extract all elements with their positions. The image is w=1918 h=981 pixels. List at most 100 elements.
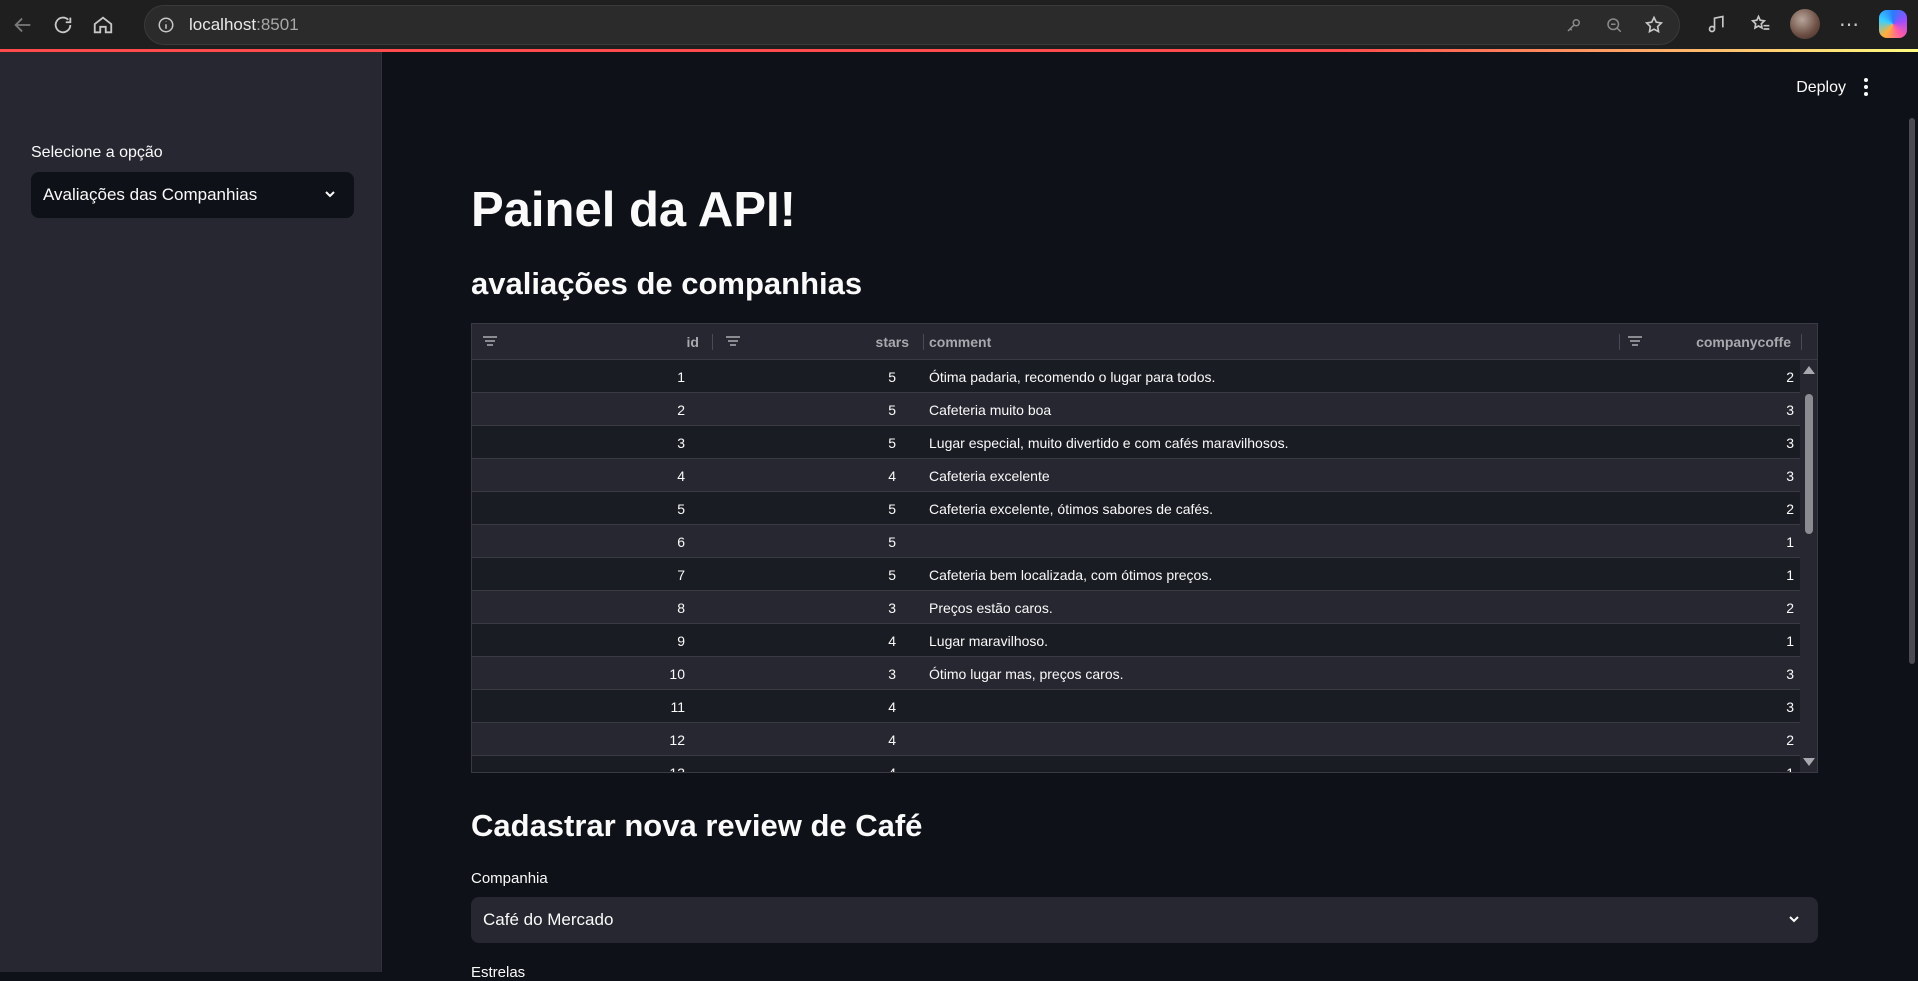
reviews-table[interactable]: id stars comment companycoffe 1 5 Ótima pa… (471, 323, 1818, 773)
table-row[interactable]: 10 3 Ótimo lugar mas, preços caros. 3 (472, 657, 1802, 690)
table-row[interactable]: 13 4 1 (472, 756, 1802, 773)
table-row[interactable]: 6 5 1 (472, 525, 1802, 558)
cell-id: 9 (677, 633, 685, 649)
cell-id: 10 (669, 666, 685, 682)
table-row[interactable]: 1 5 Ótima padaria, recomendo o lugar para … (472, 360, 1802, 393)
address-bar[interactable]: localhost:8501 (144, 5, 1680, 45)
column-header-companycoffe[interactable]: companycoffe (1696, 324, 1791, 360)
chevron-down-icon (325, 191, 335, 198)
star-icon[interactable] (1643, 14, 1665, 36)
table-row[interactable]: 12 4 2 (472, 723, 1802, 756)
zoom-out-icon[interactable] (1603, 14, 1625, 36)
reload-icon[interactable] (46, 8, 80, 42)
cell-companycoffe: 3 (1786, 666, 1794, 682)
cell-stars: 5 (888, 435, 896, 451)
cell-stars: 5 (888, 402, 896, 418)
column-header-id[interactable]: id (687, 324, 699, 360)
key-icon[interactable] (1563, 14, 1585, 36)
cell-stars: 4 (888, 699, 896, 715)
site-info-icon[interactable] (155, 14, 177, 36)
cell-companycoffe: 1 (1786, 765, 1794, 773)
table-header: id stars comment companycoffe (472, 324, 1817, 360)
cell-id: 11 (670, 699, 685, 715)
sidebar-select-label: Selecione a opção (31, 144, 163, 161)
scroll-up-icon[interactable] (1803, 366, 1815, 374)
cell-id: 3 (677, 435, 685, 451)
cell-id: 1 (677, 369, 685, 385)
browser-toolbar: localhost:8501 ⋯ (0, 0, 1918, 49)
form-title: Cadastrar nova review de Café (471, 808, 923, 843)
scrollbar-thumb[interactable] (1805, 394, 1813, 534)
filter-icon[interactable] (725, 336, 741, 348)
company-select[interactable]: Café do Mercado (471, 897, 1818, 943)
cell-id: 2 (677, 402, 685, 418)
table-scrollbar[interactable] (1800, 360, 1817, 772)
chevron-down-icon (1789, 916, 1799, 923)
url-text: localhost:8501 (189, 15, 299, 35)
sidebar-option-select[interactable]: Avaliações das Companhias (31, 172, 354, 218)
table-row[interactable]: 5 5 Cafeteria excelente, ótimos sabores de… (472, 492, 1802, 525)
cell-companycoffe: 2 (1786, 501, 1794, 517)
cell-comment: Cafeteria muito boa (929, 402, 1052, 418)
column-header-stars[interactable]: stars (876, 324, 909, 360)
cell-comment: Ótimo lugar mas, preços caros. (929, 666, 1124, 682)
media-icon[interactable] (1702, 7, 1732, 41)
filter-icon[interactable] (1627, 336, 1643, 348)
cell-id: 12 (669, 732, 685, 748)
cell-id: 6 (677, 534, 685, 550)
table-row[interactable]: 7 5 Cafeteria bem localizada, com ótimos p… (472, 558, 1802, 591)
cell-companycoffe: 3 (1786, 699, 1794, 715)
cell-companycoffe: 3 (1786, 402, 1794, 418)
sidebar-select-value: Avaliações das Companhias (43, 185, 258, 204)
sidebar: Selecione a opção Avaliações das Companh… (0, 52, 382, 972)
home-icon[interactable] (86, 8, 120, 42)
company-select-value: Café do Mercado (483, 910, 614, 929)
cell-stars: 5 (888, 567, 896, 583)
cell-companycoffe: 2 (1786, 600, 1794, 616)
profile-avatar[interactable] (1790, 7, 1820, 41)
page-scrollbar[interactable] (1909, 118, 1915, 664)
main-menu-icon[interactable] (1854, 75, 1878, 99)
cell-companycoffe: 3 (1786, 435, 1794, 451)
filter-icon[interactable] (482, 336, 498, 348)
scroll-down-icon[interactable] (1803, 758, 1815, 766)
cell-stars: 5 (888, 369, 896, 385)
table-row[interactable]: 9 4 Lugar maravilhoso. 1 (472, 624, 1802, 657)
cell-comment: Lugar especial, muito divertido e com ca… (929, 435, 1289, 451)
cell-companycoffe: 2 (1786, 369, 1794, 385)
cell-id: 8 (677, 600, 685, 616)
cell-id: 7 (677, 567, 685, 583)
deploy-button[interactable]: Deploy (1796, 79, 1846, 97)
cell-comment: Ótima padaria, recomendo o lugar para to… (929, 369, 1216, 385)
url-host: localhost (189, 15, 257, 34)
cell-comment: Lugar maravilhoso. (929, 633, 1049, 649)
cell-companycoffe: 1 (1786, 567, 1794, 583)
more-icon[interactable]: ⋯ (1834, 7, 1864, 41)
cell-stars: 4 (888, 765, 896, 773)
section-title: avaliações de companhias (471, 266, 863, 301)
table-row[interactable]: 2 5 Cafeteria muito boa 3 (472, 393, 1802, 426)
cell-id: 5 (677, 501, 685, 517)
url-port: :8501 (256, 15, 299, 34)
cell-stars: 4 (888, 732, 896, 748)
cell-comment: Preços estão caros. (929, 600, 1053, 616)
company-label: Companhia (471, 870, 548, 887)
cell-stars: 5 (888, 501, 896, 517)
cell-stars: 4 (888, 468, 896, 484)
table-row[interactable]: 8 3 Preços estão caros. 2 (472, 591, 1802, 624)
cell-comment: Cafeteria excelente (929, 468, 1050, 484)
favorites-icon[interactable] (1746, 7, 1776, 41)
table-row[interactable]: 4 4 Cafeteria excelente 3 (472, 459, 1802, 492)
cell-stars: 5 (888, 534, 896, 550)
cell-comment: Cafeteria excelente, ótimos sabores de c… (929, 501, 1214, 517)
cell-stars: 3 (888, 666, 896, 682)
stars-label: Estrelas (471, 964, 526, 981)
back-icon[interactable] (6, 8, 40, 42)
copilot-icon[interactable] (1878, 7, 1908, 41)
cell-stars: 3 (888, 600, 896, 616)
column-header-comment[interactable]: comment (929, 324, 991, 360)
cell-companycoffe: 3 (1786, 468, 1794, 484)
table-row[interactable]: 11 4 3 (472, 690, 1802, 723)
cell-companycoffe: 1 (1786, 534, 1794, 550)
table-row[interactable]: 3 5 Lugar especial, muito divertido e com … (472, 426, 1802, 459)
